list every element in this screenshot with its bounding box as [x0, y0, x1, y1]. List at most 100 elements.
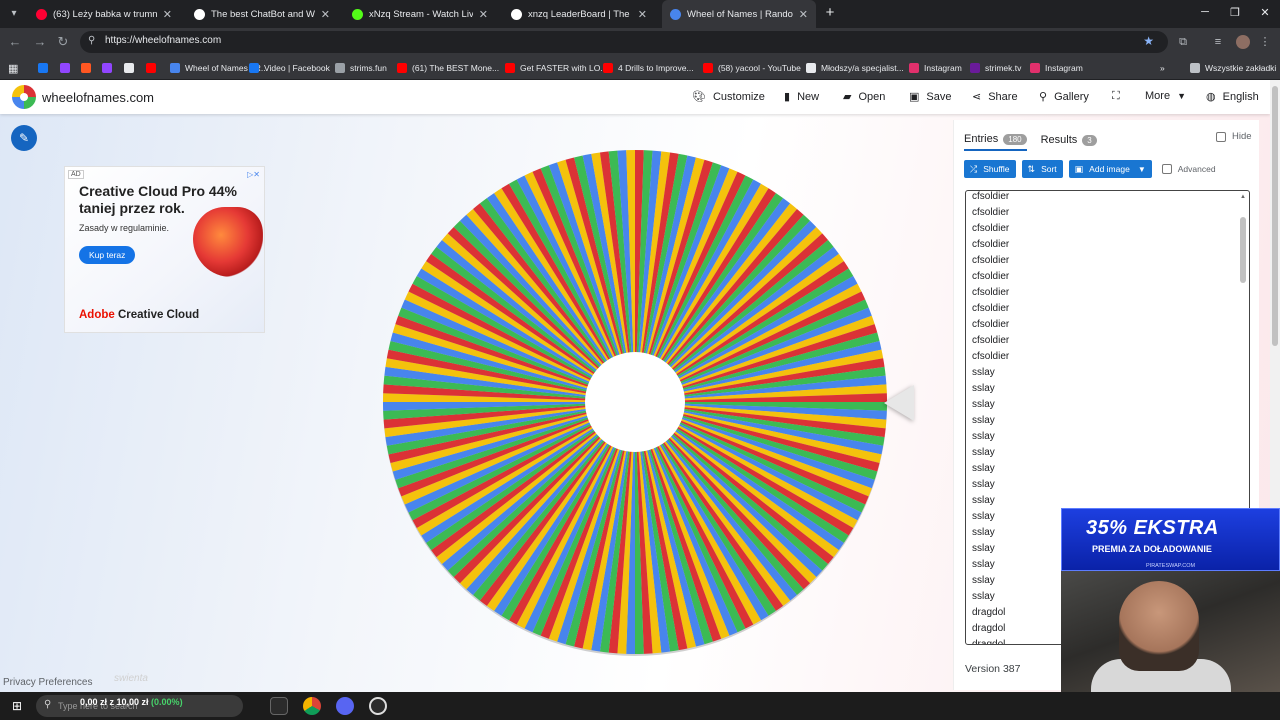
obs-app-icon[interactable] — [369, 697, 387, 715]
media-controls-icon[interactable]: ≡ — [1211, 35, 1225, 49]
tab-entries[interactable]: Entries 180 — [964, 129, 1027, 151]
browser-menu-icon[interactable]: ⋮ — [1258, 35, 1272, 49]
url-text[interactable]: https://wheelofnames.com — [105, 35, 221, 46]
tab-search-icon[interactable]: ▾ — [6, 6, 22, 22]
advanced-checkbox[interactable] — [1161, 164, 1172, 174]
more-button[interactable]: More ▼ — [1145, 90, 1186, 102]
wheel-graphic[interactable] — [380, 147, 890, 657]
entry-line[interactable]: cfsoldier — [972, 317, 1222, 333]
extensions-icon[interactable]: ⧉ — [1176, 35, 1190, 49]
add-image-button[interactable]: ▣ Add image ▼ — [1068, 160, 1152, 178]
scroll-up-icon[interactable]: ▲ — [1239, 193, 1247, 201]
fullscreen-button[interactable]: ⛶ — [1112, 90, 1127, 103]
wheel-center-hub[interactable] — [585, 352, 685, 452]
tab-results[interactable]: Results 3 — [1041, 129, 1097, 151]
entry-line[interactable]: sslay — [972, 381, 1222, 397]
bookmark-item[interactable] — [124, 61, 139, 75]
windows-start-icon[interactable]: ⊞ — [10, 699, 24, 713]
close-window-icon[interactable]: ✕ — [1258, 6, 1272, 19]
privacy-preferences-link[interactable]: Privacy Preferences — [3, 677, 92, 688]
page-scrollbar-thumb[interactable] — [1272, 86, 1278, 346]
edit-pencil-button[interactable]: ✎ — [11, 125, 37, 151]
bookmark-item[interactable] — [146, 61, 161, 75]
entries-scrollbar-thumb[interactable] — [1240, 217, 1246, 283]
ad-choices-icon[interactable]: ▷✕ — [247, 170, 260, 179]
entry-line[interactable]: sslay — [972, 365, 1222, 381]
bookmark-item[interactable]: Video | Facebook — [249, 61, 330, 75]
advertisement[interactable]: AD ▷✕ Creative Cloud Pro 44% taniej prze… — [64, 166, 265, 333]
bookmark-star-icon[interactable]: ★ — [1143, 34, 1154, 48]
chrome-app-icon[interactable] — [303, 697, 321, 715]
save-button[interactable]: ▣ Save — [909, 90, 951, 104]
bookmark-item[interactable] — [60, 61, 75, 75]
bookmark-item[interactable] — [38, 61, 53, 75]
new-button[interactable]: ▮ New — [784, 90, 819, 104]
tab-close-icon[interactable]: ✕ — [479, 8, 488, 21]
bookmark-item[interactable]: (58) yacool - YouTube — [703, 61, 801, 75]
browser-tab[interactable]: xnzq LeaderBoard | The best Chat ✕ — [503, 3, 655, 25]
hide-checkbox[interactable] — [1216, 131, 1226, 142]
entry-line[interactable]: sslay — [972, 445, 1222, 461]
bookmark-item[interactable]: Get FASTER with LO... — [505, 61, 607, 75]
entry-line[interactable]: sslay — [972, 397, 1222, 413]
entry-line[interactable]: cfsoldier — [972, 237, 1222, 253]
site-logo[interactable] — [12, 85, 36, 109]
entry-line[interactable]: cfsoldier — [972, 205, 1222, 221]
bookmark-item[interactable] — [81, 61, 96, 75]
hide-toggle[interactable]: Hide — [1216, 131, 1252, 142]
shuffle-button[interactable]: ⤮ Shuffle — [964, 160, 1016, 178]
entry-line[interactable]: cfsoldier — [972, 285, 1222, 301]
entry-line[interactable]: cfsoldier — [972, 191, 1222, 205]
entry-line[interactable]: cfsoldier — [972, 333, 1222, 349]
bookmark-item[interactable]: 4 Drills to Improve... — [603, 61, 694, 75]
share-button[interactable]: ⋖ Share — [972, 90, 1018, 104]
entry-line[interactable]: sslay — [972, 413, 1222, 429]
tab-close-icon[interactable]: ✕ — [163, 8, 172, 21]
bookmark-item[interactable]: strimek.tv — [970, 61, 1021, 75]
browser-tab[interactable]: The best ChatBot and Widgets ✕ — [186, 3, 338, 25]
bookmark-item[interactable]: strims.fun — [335, 61, 387, 75]
bookmark-item[interactable]: Młodszy/a specjalist... — [806, 61, 904, 75]
restore-icon[interactable]: ❐ — [1228, 6, 1242, 19]
entry-line[interactable]: cfsoldier — [972, 349, 1222, 365]
browser-tab[interactable]: xNzq Stream - Watch Live on Kick ✕ — [344, 3, 496, 25]
entry-line[interactable]: cfsoldier — [972, 253, 1222, 269]
tab-close-icon[interactable]: ✕ — [321, 8, 330, 21]
entry-line[interactable]: sslay — [972, 493, 1222, 509]
site-title[interactable]: wheelofnames.com — [42, 90, 154, 105]
browser-tab[interactable]: (63) Leży babka w trumnie płacząc ✕ — [28, 3, 180, 25]
back-icon[interactable]: ← — [7, 34, 23, 50]
omnibox[interactable]: ⚲ https://wheelofnames.com ★ — [80, 31, 1168, 53]
bookmark-item[interactable]: Instagram — [909, 61, 962, 75]
bookmark-item[interactable] — [102, 61, 117, 75]
entry-line[interactable]: cfsoldier — [972, 221, 1222, 237]
app-icon[interactable] — [336, 697, 354, 715]
apps-icon[interactable]: ▦ — [8, 61, 18, 75]
browser-tab[interactable]: Wheel of Names | Random name ✕ — [662, 0, 816, 28]
entry-line[interactable]: sslay — [972, 429, 1222, 445]
ad-cta-button[interactable]: Kup teraz — [79, 246, 136, 264]
bookmark-item[interactable]: (61) The BEST Mone... — [397, 61, 499, 75]
minimize-icon[interactable]: ─ — [1198, 6, 1212, 18]
advanced-toggle[interactable]: Advanced — [1161, 164, 1216, 174]
entry-line[interactable]: sslay — [972, 477, 1222, 493]
open-button[interactable]: ▰ Open — [843, 90, 885, 104]
wheel[interactable] — [380, 147, 890, 657]
terminal-app-icon[interactable] — [270, 697, 288, 715]
reload-icon[interactable]: ↻ — [55, 34, 71, 50]
forward-icon[interactable]: → — [32, 34, 48, 50]
bookmarks-overflow-icon[interactable]: » — [1160, 61, 1165, 75]
sort-button[interactable]: ⇅ Sort — [1021, 160, 1063, 178]
all-bookmarks[interactable]: Wszystkie zakładki — [1190, 61, 1276, 75]
profile-avatar[interactable] — [1236, 35, 1250, 49]
entry-line[interactable]: sslay — [972, 461, 1222, 477]
entry-line[interactable]: cfsoldier — [972, 269, 1222, 285]
gallery-button[interactable]: ⚲ Gallery — [1039, 90, 1089, 104]
tab-close-icon[interactable]: ✕ — [638, 8, 647, 21]
tab-close-icon[interactable]: ✕ — [799, 8, 808, 21]
bookmark-item[interactable]: Instagram — [1030, 61, 1083, 75]
entry-line[interactable]: cfsoldier — [972, 301, 1222, 317]
language-button[interactable]: ◍ English — [1206, 90, 1259, 104]
new-tab-button[interactable]: + — [822, 5, 838, 21]
customize-button[interactable]: 🎨︎ Customize — [692, 90, 765, 104]
